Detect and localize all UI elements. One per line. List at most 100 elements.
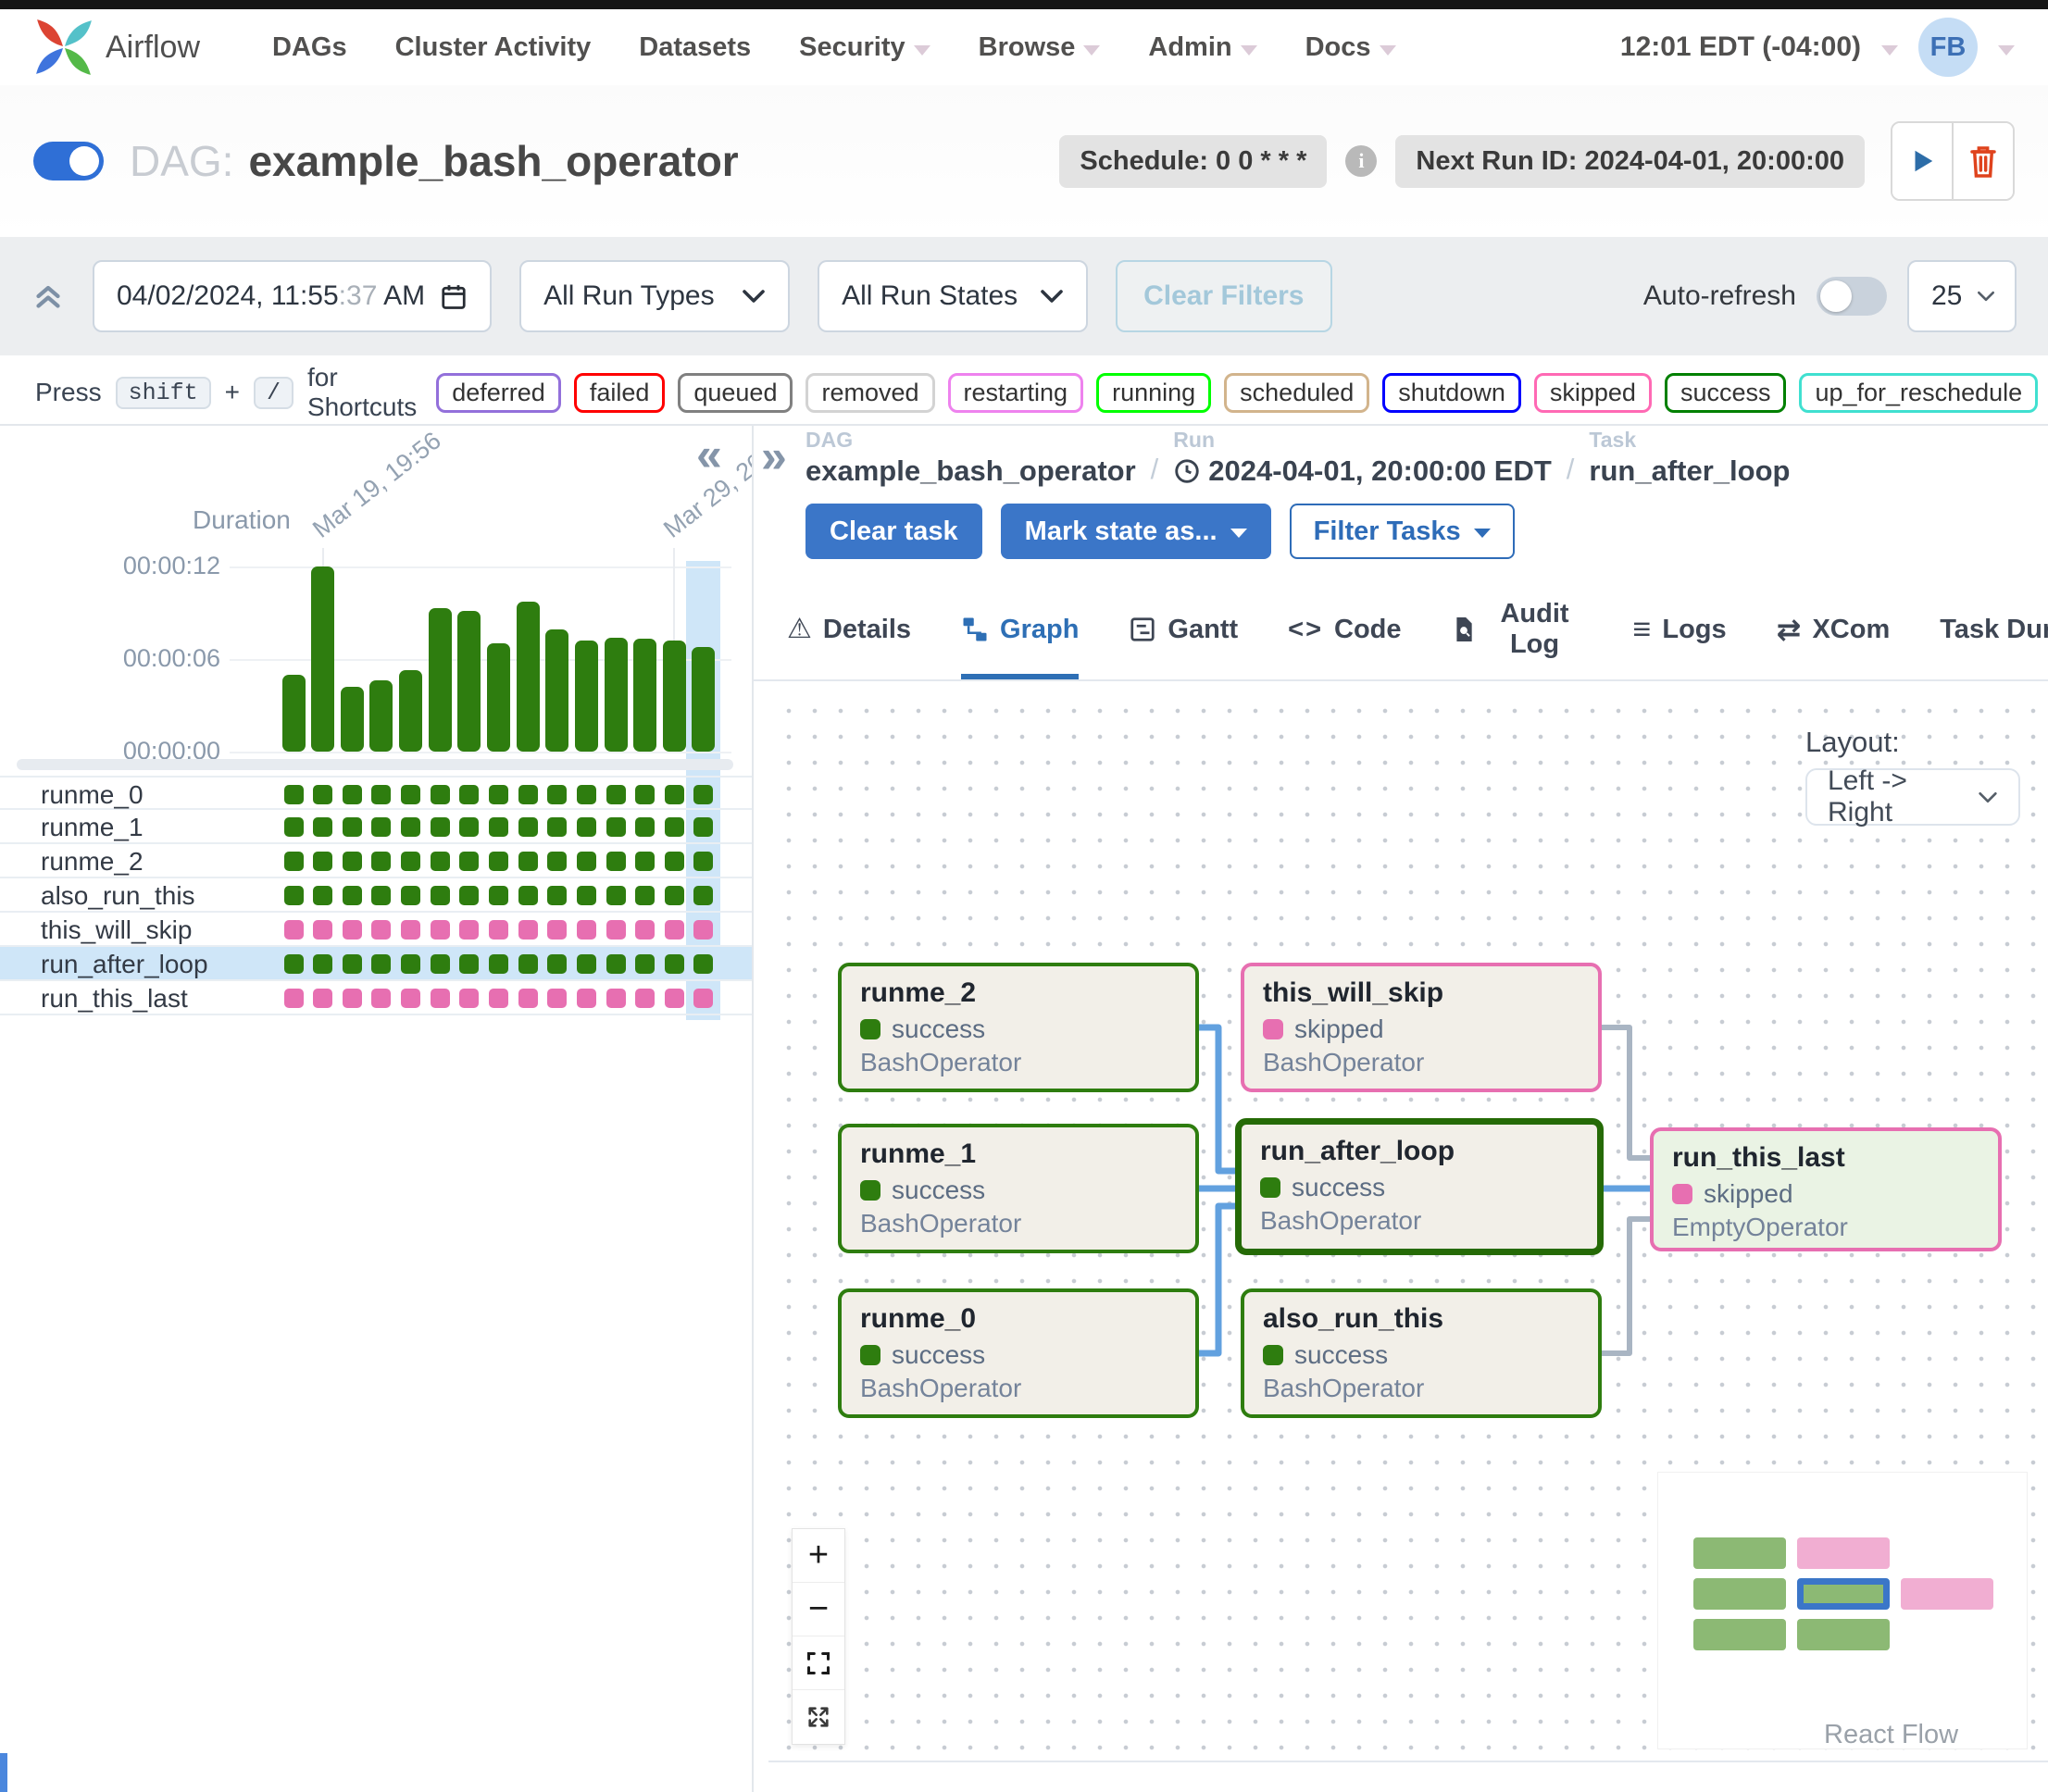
chevron-down-icon[interactable]: [1998, 45, 2015, 56]
duration-bar[interactable]: [575, 641, 598, 752]
legend-badge-restarting[interactable]: restarting: [948, 373, 1084, 413]
task-instance-square[interactable]: [371, 954, 391, 974]
task-instance-square[interactable]: [518, 954, 538, 974]
task-instance-square[interactable]: [401, 817, 420, 837]
legend-badge-shutdown[interactable]: shutdown: [1382, 373, 1521, 413]
duration-bar[interactable]: [282, 675, 306, 752]
graph-node-run-this-last[interactable]: run_this_lastskippedEmptyOperator: [1650, 1127, 2002, 1251]
task-instance-square[interactable]: [284, 989, 304, 1008]
graph-node-this-will-skip[interactable]: this_will_skipskippedBashOperator: [1241, 963, 1602, 1092]
tab-logs[interactable]: ≡Logs: [1633, 585, 1727, 679]
legend-badge-removed[interactable]: removed: [805, 373, 934, 413]
legend-badge-running[interactable]: running: [1096, 373, 1211, 413]
legend-badge-deferred[interactable]: deferred: [436, 373, 561, 413]
zoom-in-button[interactable]: +: [793, 1529, 844, 1583]
task-instance-square[interactable]: [547, 817, 567, 837]
task-instance-square[interactable]: [635, 886, 655, 905]
legend-badge-scheduled[interactable]: scheduled: [1224, 373, 1369, 413]
task-instance-square[interactable]: [518, 785, 538, 804]
task-instance-square[interactable]: [635, 954, 655, 974]
delete-dag-button[interactable]: [1952, 123, 2013, 199]
task-label[interactable]: run_after_loop: [41, 950, 208, 979]
nav-item-browse[interactable]: Browse: [979, 32, 1101, 63]
task-instance-square[interactable]: [459, 920, 479, 940]
task-instance-square[interactable]: [371, 920, 391, 940]
task-instance-square[interactable]: [606, 785, 626, 804]
task-instance-square[interactable]: [431, 989, 450, 1008]
task-row-runme-2[interactable]: runme_2: [0, 844, 752, 878]
tab-details[interactable]: ⚠Details: [787, 585, 911, 679]
duration-bar[interactable]: [663, 641, 686, 752]
task-instance-square[interactable]: [371, 989, 391, 1008]
task-instance-square[interactable]: [635, 852, 655, 871]
duration-bar[interactable]: [311, 566, 334, 752]
task-instance-square[interactable]: [635, 785, 655, 804]
task-instance-square[interactable]: [401, 852, 420, 871]
legend-badge-up-for-reschedule[interactable]: up_for_reschedule: [1799, 373, 2038, 413]
task-instance-square[interactable]: [313, 817, 332, 837]
task-instance-square[interactable]: [343, 989, 362, 1008]
task-instance-square[interactable]: [371, 852, 391, 871]
tab-gantt[interactable]: Gantt: [1129, 585, 1238, 679]
duration-bar[interactable]: [487, 643, 510, 752]
task-instance-square[interactable]: [401, 785, 420, 804]
task-instance-square[interactable]: [693, 920, 713, 940]
task-instance-square[interactable]: [489, 852, 508, 871]
task-instance-square[interactable]: [313, 954, 332, 974]
task-instance-square[interactable]: [547, 954, 567, 974]
task-instance-square[interactable]: [313, 920, 332, 940]
task-instance-square[interactable]: [313, 852, 332, 871]
task-instance-square[interactable]: [371, 785, 391, 804]
task-instance-square[interactable]: [313, 989, 332, 1008]
graph-node-also-run-this[interactable]: also_run_thissuccessBashOperator: [1241, 1288, 1602, 1418]
task-instance-square[interactable]: [577, 989, 596, 1008]
duration-bar[interactable]: [429, 608, 452, 752]
task-instance-square[interactable]: [665, 886, 684, 905]
task-row-this-will-skip[interactable]: this_will_skip: [0, 913, 752, 947]
task-instance-square[interactable]: [518, 817, 538, 837]
task-instance-square[interactable]: [665, 852, 684, 871]
task-instance-square[interactable]: [489, 817, 508, 837]
fullscreen-button[interactable]: [793, 1690, 844, 1744]
task-instance-square[interactable]: [401, 920, 420, 940]
task-instance-square[interactable]: [431, 954, 450, 974]
tab-code[interactable]: <>Code: [1288, 585, 1401, 679]
tab-graph[interactable]: Graph: [961, 585, 1079, 679]
task-instance-square[interactable]: [431, 785, 450, 804]
task-row-also-run-this[interactable]: also_run_this: [0, 878, 752, 913]
info-icon[interactable]: i: [1345, 145, 1377, 177]
task-instance-square[interactable]: [665, 954, 684, 974]
task-instance-square[interactable]: [401, 886, 420, 905]
task-instance-square[interactable]: [693, 886, 713, 905]
task-instance-square[interactable]: [284, 954, 304, 974]
task-instance-square[interactable]: [459, 886, 479, 905]
graph-node-runme-2[interactable]: runme_2successBashOperator: [838, 963, 1199, 1092]
task-instance-square[interactable]: [547, 785, 567, 804]
task-row-runme-1[interactable]: runme_1: [0, 810, 752, 844]
task-instance-square[interactable]: [693, 785, 713, 804]
run-states-select[interactable]: All Run States: [818, 260, 1088, 332]
calendar-icon[interactable]: [440, 281, 468, 311]
duration-bar[interactable]: [517, 602, 540, 752]
task-instance-square[interactable]: [518, 989, 538, 1008]
chevron-down-icon[interactable]: [1881, 45, 1898, 56]
duration-bar[interactable]: [457, 611, 481, 752]
task-instance-square[interactable]: [665, 785, 684, 804]
graph-node-run-after-loop[interactable]: run_after_loopsuccessBashOperator: [1235, 1118, 1604, 1255]
layout-select[interactable]: Left -> Right: [1805, 768, 2020, 826]
minimap[interactable]: [1657, 1472, 2028, 1749]
tab-xcom[interactable]: ⇄XCom: [1777, 585, 1891, 679]
task-instance-square[interactable]: [284, 852, 304, 871]
task-instance-square[interactable]: [489, 920, 508, 940]
graph-canvas[interactable]: Layout: Left -> Right runme_2successBash…: [768, 691, 2048, 1762]
collapse-panel-icon[interactable]: «: [696, 431, 722, 478]
task-instance-square[interactable]: [284, 785, 304, 804]
legend-badge-skipped[interactable]: skipped: [1534, 373, 1652, 413]
task-instance-square[interactable]: [431, 817, 450, 837]
auto-refresh-toggle[interactable]: [1817, 277, 1887, 316]
task-instance-square[interactable]: [577, 886, 596, 905]
collapse-filter-bar-icon[interactable]: [31, 280, 65, 313]
task-instance-square[interactable]: [577, 817, 596, 837]
legend-badge-queued[interactable]: queued: [678, 373, 793, 413]
task-instance-square[interactable]: [665, 817, 684, 837]
